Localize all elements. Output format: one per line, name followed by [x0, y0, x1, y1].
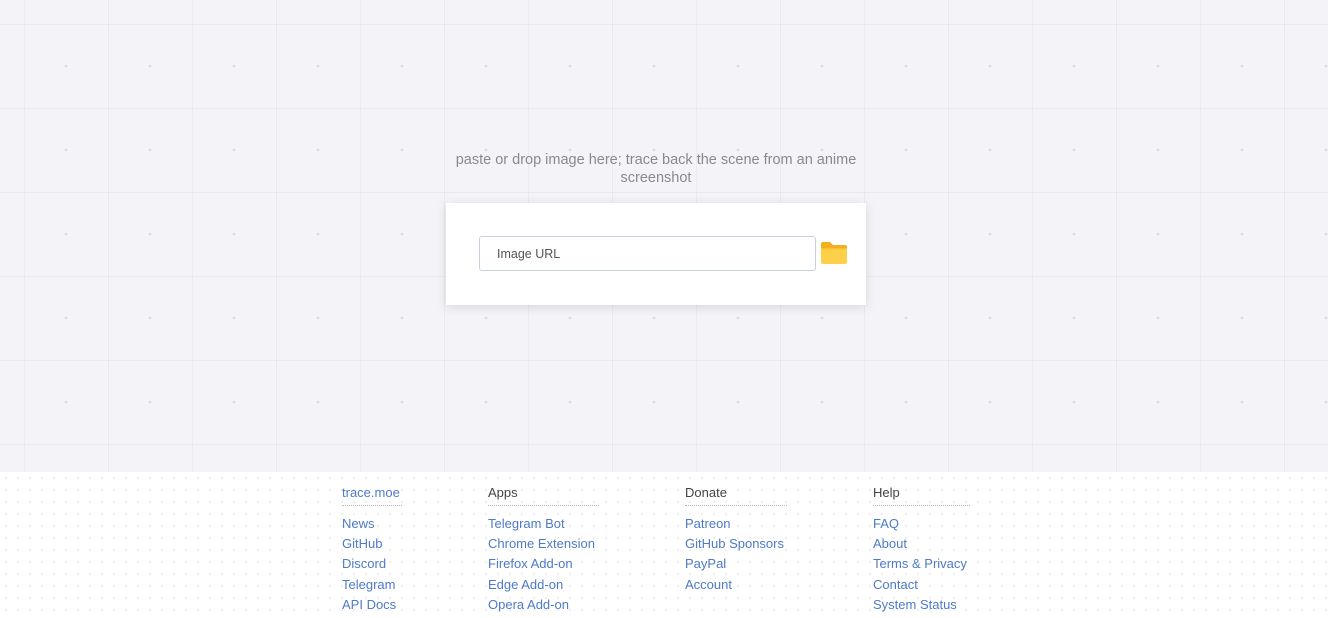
footer-link-chrome-extension[interactable]: Chrome Extension [488, 536, 595, 551]
footer-link-terms-privacy[interactable]: Terms & Privacy [873, 556, 967, 571]
footer-link-github[interactable]: GitHub [342, 536, 382, 551]
tagline: paste or drop image here; trace back the… [455, 152, 857, 186]
footer-link-faq[interactable]: FAQ [873, 516, 899, 531]
footer-link-discord[interactable]: Discord [342, 556, 386, 571]
footer-column-trace-moe: trace.moe News GitHub Discord Telegram A… [342, 485, 402, 615]
footer-link-github-sponsors[interactable]: GitHub Sponsors [685, 536, 784, 551]
footer-heading-apps: Apps [488, 485, 599, 506]
footer-link-telegram[interactable]: Telegram [342, 577, 395, 592]
footer-link-edge-addon[interactable]: Edge Add-on [488, 577, 563, 592]
footer-link-patreon[interactable]: Patreon [685, 516, 731, 531]
footer-link-api-docs[interactable]: API Docs [342, 597, 396, 612]
image-url-input[interactable] [479, 236, 816, 271]
footer: trace.moe News GitHub Discord Telegram A… [0, 472, 1328, 618]
footer-column-help: Help FAQ About Terms & Privacy Contact S… [873, 485, 970, 615]
footer-link-firefox-addon[interactable]: Firefox Add-on [488, 556, 573, 571]
footer-column-donate: Donate Patreon GitHub Sponsors PayPal Ac… [685, 485, 787, 595]
footer-link-system-status[interactable]: System Status [873, 597, 957, 612]
footer-link-account[interactable]: Account [685, 577, 732, 592]
footer-heading-help: Help [873, 485, 970, 506]
search-card [446, 203, 866, 305]
footer-link-contact[interactable]: Contact [873, 577, 918, 592]
footer-link-news[interactable]: News [342, 516, 375, 531]
footer-heading-trace-moe[interactable]: trace.moe [342, 485, 402, 506]
footer-heading-donate: Donate [685, 485, 787, 506]
footer-column-apps: Apps Telegram Bot Chrome Extension Firef… [488, 485, 599, 615]
footer-link-paypal[interactable]: PayPal [685, 556, 726, 571]
main-area: paste or drop image here; trace back the… [0, 0, 1328, 472]
footer-link-about[interactable]: About [873, 536, 907, 551]
footer-link-telegram-bot[interactable]: Telegram Bot [488, 516, 565, 531]
footer-link-opera-addon[interactable]: Opera Add-on [488, 597, 569, 612]
folder-icon[interactable] [820, 240, 848, 266]
